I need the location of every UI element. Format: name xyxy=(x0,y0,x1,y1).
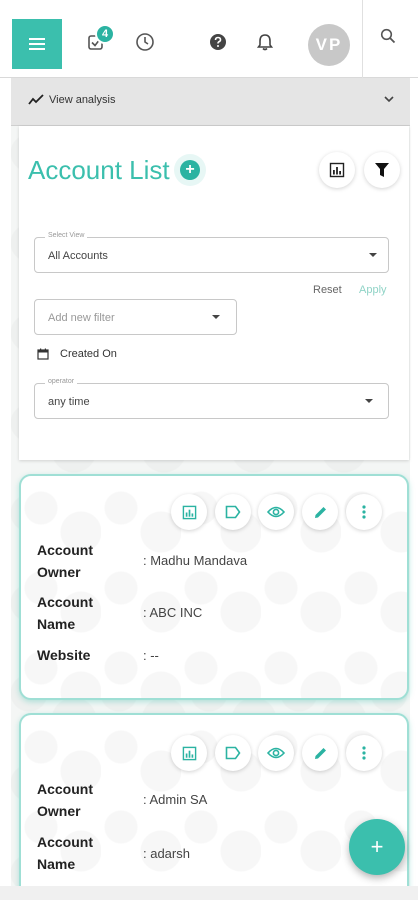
tasks-count-badge: 4 xyxy=(95,24,115,44)
edit-icon xyxy=(314,747,326,759)
user-avatar[interactable]: VP xyxy=(308,24,350,66)
dropdown-arrow-icon xyxy=(369,253,377,257)
filter-button[interactable] xyxy=(364,152,400,188)
card-edit-button[interactable] xyxy=(302,494,338,530)
top-bar: 4 VP xyxy=(0,0,418,78)
add-account-button[interactable]: + xyxy=(180,160,200,180)
card-label-button[interactable] xyxy=(215,494,251,530)
report-icon xyxy=(329,162,345,178)
more-icon xyxy=(362,746,366,760)
card-report-button[interactable] xyxy=(171,494,207,530)
operator-label: operator xyxy=(45,378,78,385)
account-name-value: : adarsh xyxy=(143,846,190,861)
dropdown-arrow-icon xyxy=(365,399,373,403)
card-view-button[interactable] xyxy=(258,735,294,771)
account-name-label: Account Name xyxy=(37,834,93,872)
select-view-dropdown[interactable]: Select View All Accounts xyxy=(34,232,389,273)
created-on-label: Created On xyxy=(60,348,117,360)
report-icon xyxy=(182,505,196,519)
label-icon xyxy=(225,505,241,519)
card-more-button[interactable] xyxy=(346,735,382,771)
report-button[interactable] xyxy=(319,152,355,188)
help-icon[interactable] xyxy=(207,31,229,53)
calendar-icon xyxy=(37,348,49,360)
topbar-divider xyxy=(362,0,363,78)
more-icon xyxy=(362,505,366,519)
card-edit-button[interactable] xyxy=(302,735,338,771)
clock-icon[interactable] xyxy=(134,31,156,53)
account-owner-label: Account Owner xyxy=(37,542,93,580)
account-owner-value: : Admin SA xyxy=(143,792,208,807)
reset-link[interactable]: Reset xyxy=(313,284,342,296)
add-filter-placeholder: Add new filter xyxy=(48,312,115,324)
menu-icon xyxy=(29,38,45,50)
account-name-label: Account Name xyxy=(37,594,93,632)
website-label: Website xyxy=(37,647,91,663)
report-icon xyxy=(182,746,196,760)
bell-icon[interactable] xyxy=(254,31,276,53)
search-icon[interactable] xyxy=(380,28,398,46)
view-analysis-bar[interactable]: View analysis xyxy=(11,78,410,126)
view-analysis-label: View analysis xyxy=(49,94,116,106)
menu-button[interactable] xyxy=(12,19,62,69)
select-view-value: All Accounts xyxy=(48,250,108,262)
page-title: Account List xyxy=(28,155,170,185)
filter-icon xyxy=(375,163,389,177)
label-icon xyxy=(225,746,241,760)
chevron-down-icon[interactable] xyxy=(383,94,395,104)
account-name-value: : ABC INC xyxy=(143,605,203,620)
eye-icon xyxy=(267,506,285,518)
account-list-panel: Account List + Select View All Accounts … xyxy=(19,126,409,460)
website-value: : -- xyxy=(143,648,159,663)
card-label-button[interactable] xyxy=(215,735,251,771)
edit-icon xyxy=(314,506,326,518)
account-card[interactable]: Account Owner : Madhu Mandava Account Na… xyxy=(19,474,409,700)
plus-icon: + xyxy=(185,161,195,178)
card-report-button[interactable] xyxy=(171,735,207,771)
eye-icon xyxy=(267,747,285,759)
bottom-strip xyxy=(0,886,418,900)
apply-link[interactable]: Apply xyxy=(359,284,387,296)
account-owner-value: : Madhu Mandava xyxy=(143,553,248,568)
account-owner-label: Account Owner xyxy=(37,781,93,819)
operator-value: any time xyxy=(48,396,90,408)
select-view-label: Select View xyxy=(45,232,88,239)
card-view-button[interactable] xyxy=(258,494,294,530)
operator-dropdown[interactable]: operator any time xyxy=(34,378,389,419)
account-card[interactable]: Account Owner : Admin SA Account Name : … xyxy=(19,713,409,893)
add-filter-dropdown[interactable]: Add new filter xyxy=(34,299,237,335)
add-fab-button[interactable]: + xyxy=(349,819,405,875)
dropdown-arrow-icon xyxy=(212,315,220,319)
card-more-button[interactable] xyxy=(346,494,382,530)
trend-icon xyxy=(28,94,44,105)
